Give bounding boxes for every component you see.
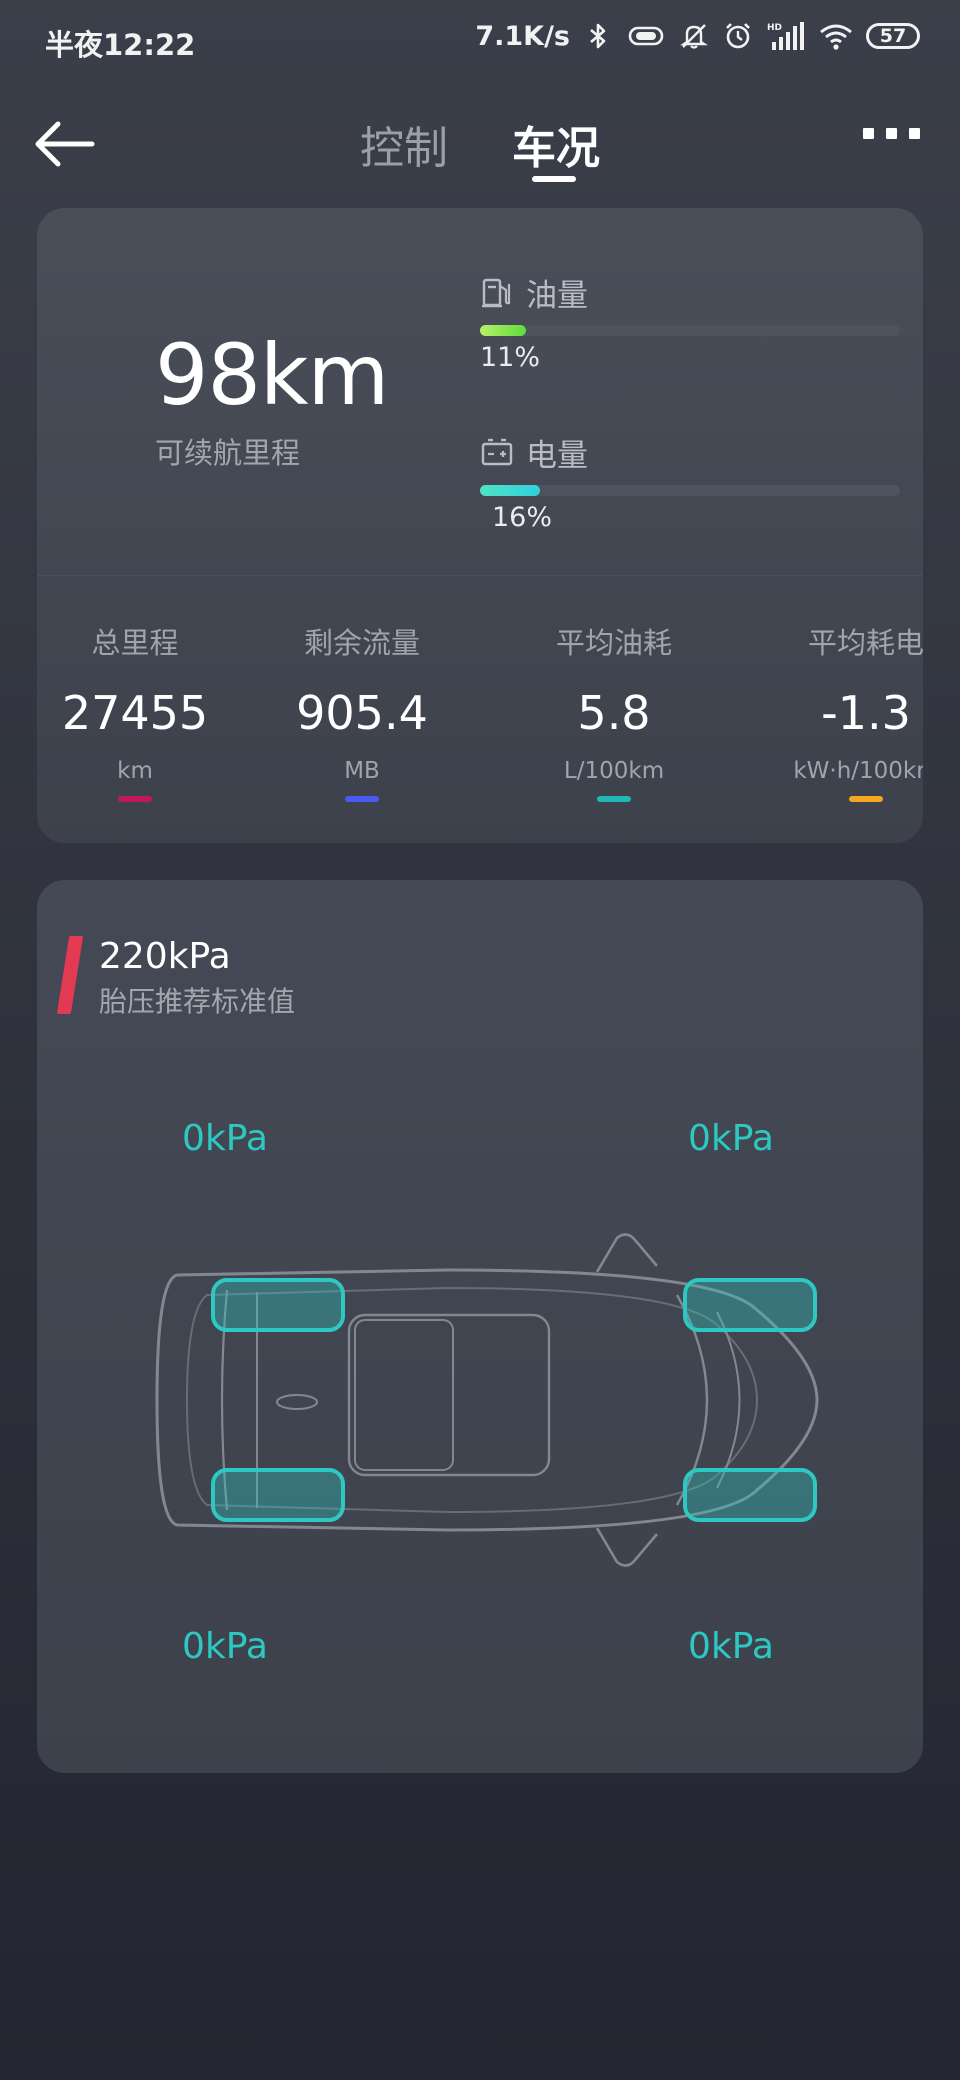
stat-color-bar [597, 796, 631, 802]
electric-percent: 16% [492, 502, 553, 533]
stat-avg-power: 平均耗电 -1.3 kW·h/100km [743, 620, 923, 802]
stat-unit: km [117, 758, 153, 784]
tire-pressure-rear-left: 0kPa [182, 1626, 268, 1667]
stat-value: 5.8 [577, 686, 651, 740]
stat-unit: kW·h/100km [793, 758, 923, 784]
electric-level-bar [480, 485, 900, 496]
car-top-view-diagram [155, 1233, 819, 1567]
active-tab-indicator [532, 176, 576, 182]
divider [37, 575, 923, 576]
stat-label: 剩余流量 [303, 626, 420, 660]
tire-pressure-front-right: 0kPa [688, 1118, 774, 1159]
back-arrow-icon[interactable] [30, 114, 100, 174]
stat-value: 905.4 [296, 686, 428, 740]
electric-gauge: 电量 16% [480, 430, 900, 533]
tire-front-right-bottom [683, 1468, 817, 1522]
fuel-level-fill [480, 325, 527, 336]
stat-label: 总里程 [91, 626, 179, 660]
stat-label: 平均耗电 [807, 626, 923, 660]
mute-icon [680, 24, 708, 49]
stats-row: 总里程 27455 km 剩余流量 905.4 MB 平均油耗 5.8 L/10… [37, 620, 923, 820]
tire-pressure-front-left: 0kPa [182, 1118, 268, 1159]
range-value: 98km [155, 326, 389, 424]
tire-rear-left-bottom [211, 1468, 345, 1522]
range-card: 98km 可续航里程 油量 11% 电量 16% 总里程 27455 km 剩余… [37, 208, 923, 843]
stat-color-bar [345, 796, 379, 802]
network-speed: 7.1K/s [475, 20, 570, 52]
fuel-level-bar [480, 325, 900, 336]
vibrate-icon [628, 26, 664, 46]
range-label: 可续航里程 [155, 436, 301, 470]
fuel-pump-icon [482, 278, 511, 307]
battery-charge-icon [481, 438, 513, 465]
status-icons: 7.1K/s HD 57 [475, 20, 920, 52]
status-bar: 半夜12:22 7.1K/s HD 57 [0, 0, 960, 80]
stat-label: 平均油耗 [555, 626, 672, 660]
header: 控制 车况 [0, 100, 960, 190]
tire-front-left-top [683, 1278, 817, 1332]
wifi-icon [820, 24, 852, 50]
electric-label: 电量 [526, 438, 588, 474]
svg-text:HD: HD [767, 23, 782, 33]
alarm-icon [726, 23, 750, 49]
status-time: 半夜12:22 [45, 28, 196, 62]
tab-vehicle-status[interactable]: 车况 [512, 112, 600, 176]
stat-value: 27455 [61, 686, 209, 740]
tab-control[interactable]: 控制 [360, 112, 448, 176]
tire-pressure-rear-right: 0kPa [688, 1626, 774, 1667]
tire-rear-left-top [211, 1278, 345, 1332]
stat-total-mileage: 总里程 27455 km [37, 620, 255, 802]
hd-signal-icon: HD [767, 22, 804, 50]
bluetooth-icon [590, 23, 606, 49]
stat-value: -1.3 [821, 686, 911, 740]
recommended-pressure-label: 胎压推荐标准值 [99, 985, 296, 1018]
stat-color-bar [118, 796, 152, 802]
stat-avg-fuel: 平均油耗 5.8 L/100km [494, 620, 734, 802]
pressure-accent-mark [56, 936, 84, 1014]
stat-color-bar [849, 796, 883, 802]
tire-pressure-card: 220kPa 胎压推荐标准值 0kPa 0kPa 0kPa 0kPa [37, 880, 923, 1773]
electric-level-fill [480, 485, 541, 496]
battery-icon: 57 [866, 23, 920, 49]
fuel-label: 油量 [526, 278, 588, 314]
more-dots-icon[interactable] [863, 128, 920, 139]
stat-unit: MB [344, 758, 380, 784]
recommended-pressure-value: 220kPa [99, 936, 231, 977]
fuel-percent: 11% [480, 342, 541, 373]
stat-unit: L/100km [563, 758, 665, 784]
stat-remaining-data: 剩余流量 905.4 MB [242, 620, 482, 802]
fuel-gauge: 油量 11% [480, 270, 900, 373]
